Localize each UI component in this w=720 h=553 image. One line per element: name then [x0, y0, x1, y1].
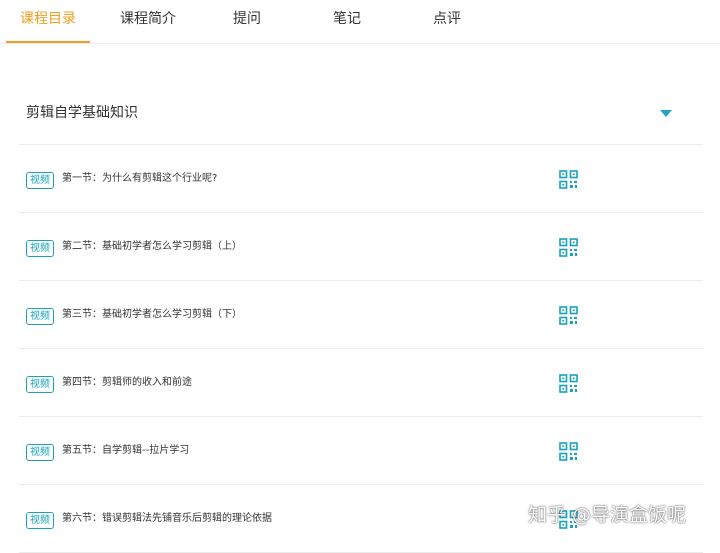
video-badge: 视频: [26, 308, 54, 325]
section-title: 剪辑自学基础知识: [26, 105, 138, 121]
tab-bar: 课程目录 课程简介 提问 笔记 点评: [0, 0, 720, 44]
qr-code-icon[interactable]: [559, 374, 578, 393]
qr-code-icon[interactable]: [559, 442, 578, 461]
video-badge: 视频: [26, 512, 54, 529]
lesson-title[interactable]: 第四节：剪辑师的收入和前途: [62, 376, 192, 390]
tab-notes[interactable]: 笔记: [322, 0, 372, 41]
lesson-list: 视频 第一节：为什么有剪辑这个行业呢? 视频 第二节：基础初学者怎么学习剪辑（上…: [19, 145, 703, 553]
tab-reviews[interactable]: 点评: [422, 0, 472, 41]
qr-code-icon[interactable]: [559, 238, 578, 257]
lesson-title[interactable]: 第三节：基础初学者怎么学习剪辑（下）: [62, 308, 242, 322]
video-badge: 视频: [26, 172, 54, 189]
qr-code-icon[interactable]: [559, 170, 578, 189]
lesson-item[interactable]: 视频 第五节：自学剪辑--拉片学习: [19, 417, 703, 485]
tab-questions[interactable]: 提问: [222, 0, 272, 41]
video-badge: 视频: [26, 444, 54, 461]
section-header[interactable]: 剪辑自学基础知识: [19, 90, 703, 145]
lesson-title[interactable]: 第一节：为什么有剪辑这个行业呢?: [62, 172, 217, 186]
lesson-title[interactable]: 第二节：基础初学者怎么学习剪辑（上）: [62, 240, 242, 254]
lesson-item[interactable]: 视频 第四节：剪辑师的收入和前途: [19, 349, 703, 417]
lesson-item[interactable]: 视频 第二节：基础初学者怎么学习剪辑（上）: [19, 213, 703, 281]
video-badge: 视频: [26, 376, 54, 393]
tab-course-catalog[interactable]: 课程目录: [6, 0, 90, 43]
lesson-title[interactable]: 第五节：自学剪辑--拉片学习: [62, 444, 189, 458]
lesson-item[interactable]: 视频 第三节：基础初学者怎么学习剪辑（下）: [19, 281, 703, 349]
watermark: 知乎 @导演盒饭呢: [528, 504, 687, 526]
qr-code-icon[interactable]: [559, 306, 578, 325]
lesson-title[interactable]: 第六节：错误剪辑法先铺音乐后剪辑的理论依据: [62, 512, 272, 526]
caret-down-icon[interactable]: [660, 110, 672, 117]
lesson-item[interactable]: 视频 第一节：为什么有剪辑这个行业呢?: [19, 145, 703, 213]
tab-course-intro[interactable]: 课程简介: [108, 0, 188, 41]
video-badge: 视频: [26, 240, 54, 257]
